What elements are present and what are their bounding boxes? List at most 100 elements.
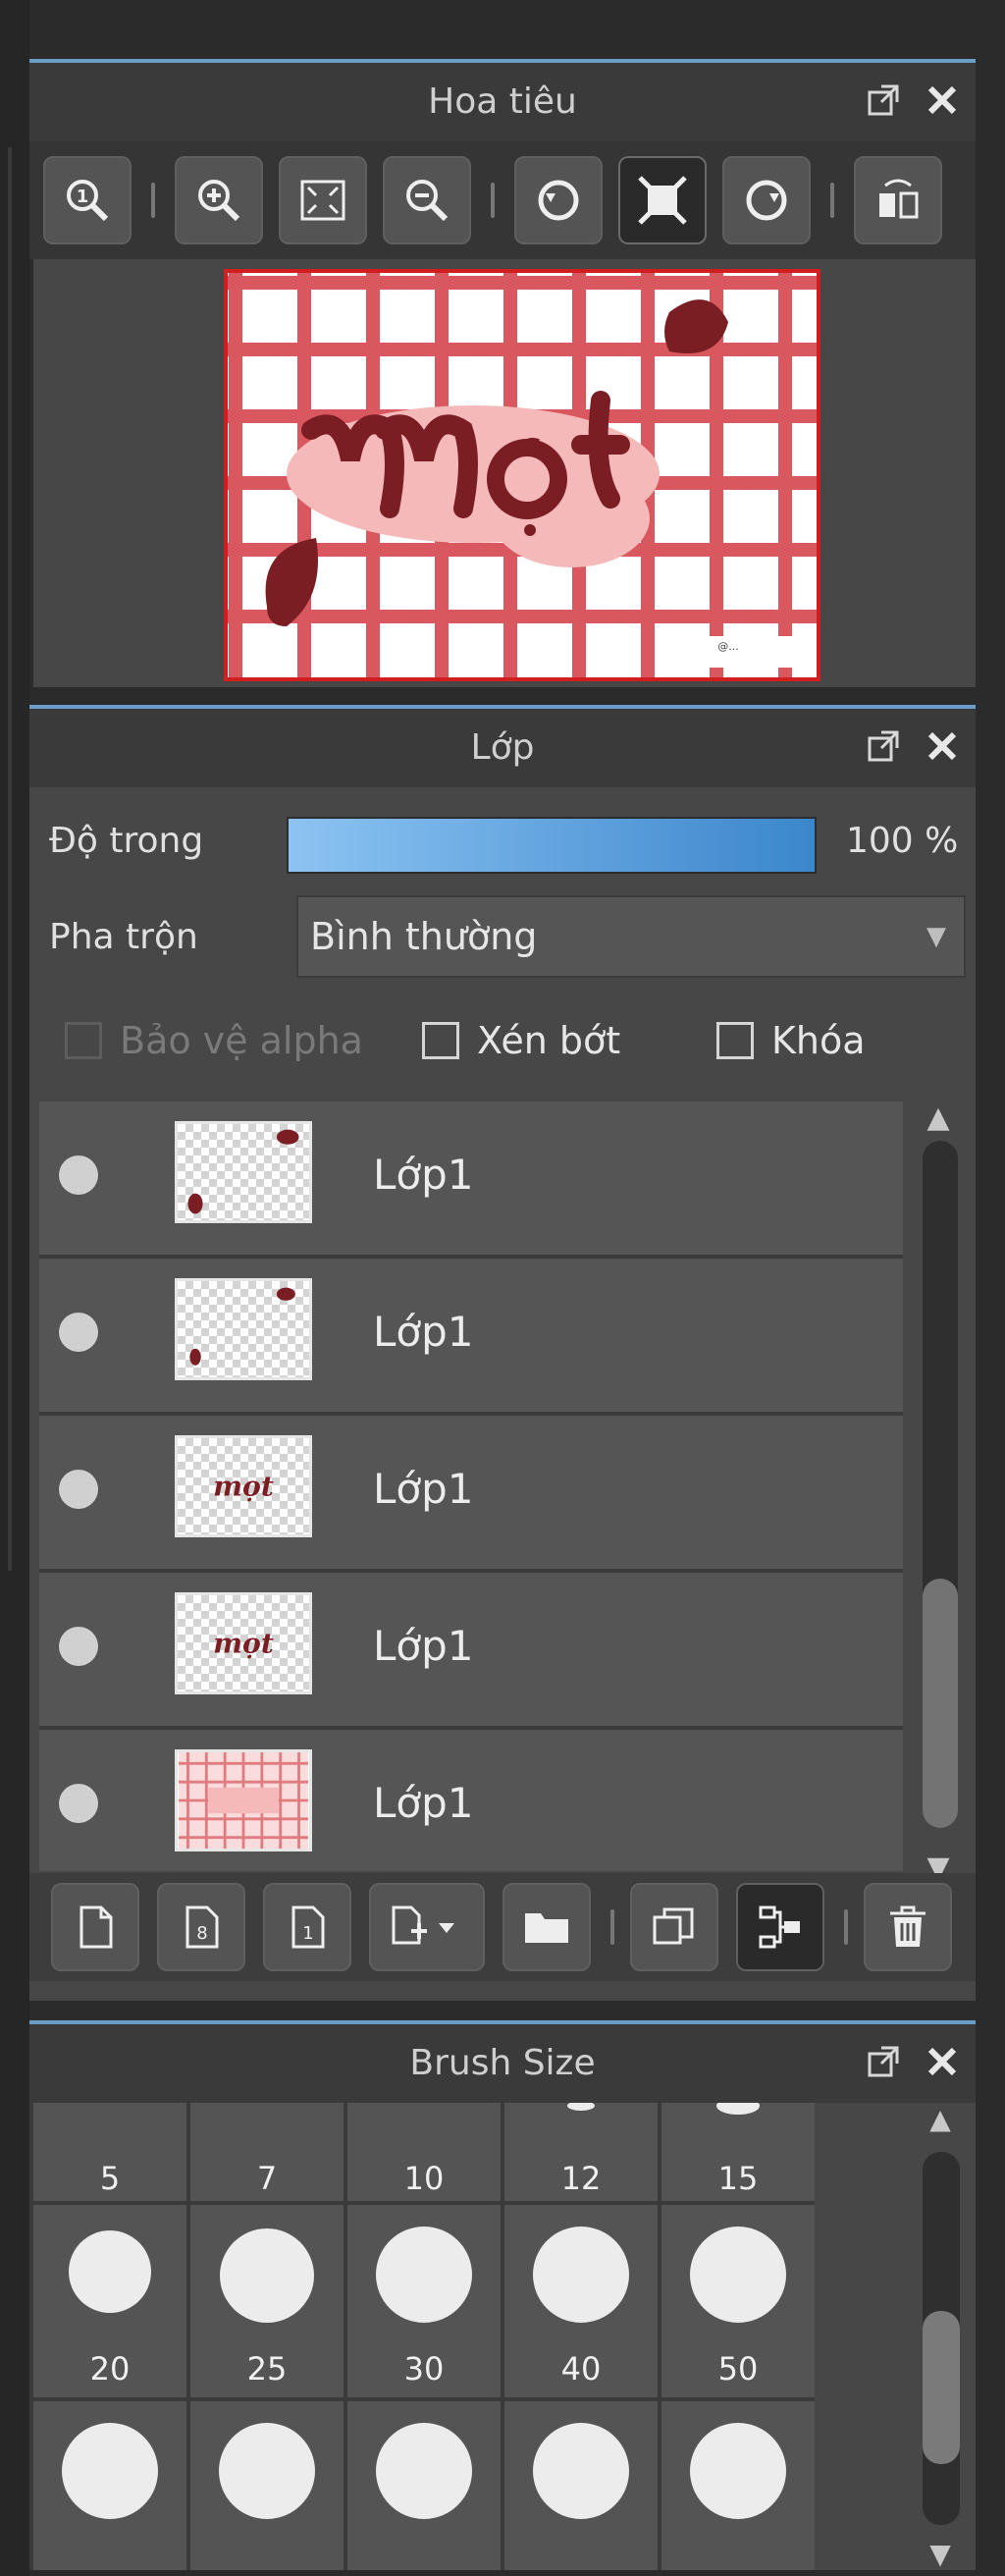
layer-scrollbar[interactable]: ▲ ▼ bbox=[913, 1101, 964, 1885]
visibility-toggle-icon[interactable] bbox=[59, 1313, 98, 1352]
toolbar-separator bbox=[830, 183, 834, 218]
layer-item[interactable]: Lớp1 bbox=[39, 1259, 903, 1414]
flip-horizontal-icon[interactable] bbox=[854, 156, 942, 244]
zoom-actual-icon[interactable]: 1 bbox=[43, 156, 132, 244]
visibility-toggle-icon[interactable] bbox=[59, 1470, 98, 1509]
blend-mode-value: Bình thường bbox=[310, 915, 538, 958]
thumb-text-label: mọt bbox=[213, 1469, 274, 1502]
brush-size-cell[interactable]: 7 bbox=[190, 2103, 344, 2201]
brush-size-label: 20 bbox=[89, 2350, 131, 2388]
new-layer-icon[interactable] bbox=[51, 1883, 139, 1971]
brush-size-cell[interactable] bbox=[504, 2401, 658, 2570]
layer-item[interactable]: Lớp1 bbox=[39, 1730, 903, 1871]
brush-size-cell[interactable]: 40 bbox=[504, 2205, 658, 2397]
blend-label: Pha trộn bbox=[49, 916, 198, 957]
protect-alpha-checkbox[interactable]: Bảo vệ alpha bbox=[65, 1019, 363, 1062]
layer-thumbnail: mọt bbox=[175, 1592, 312, 1694]
folder-icon[interactable] bbox=[502, 1883, 591, 1971]
scroll-up-icon[interactable]: ▲ bbox=[913, 1101, 964, 1135]
brush-size-cell[interactable] bbox=[661, 2401, 815, 2570]
brush-size-cell[interactable]: 5 bbox=[33, 2103, 186, 2201]
add-layer-dropdown-icon[interactable] bbox=[369, 1883, 485, 1971]
brush-dot bbox=[219, 2423, 315, 2519]
fit-canvas-icon[interactable] bbox=[618, 156, 707, 244]
rotate-right-icon[interactable] bbox=[722, 156, 811, 244]
brush-size-label: 30 bbox=[403, 2350, 445, 2388]
brush-size-cell[interactable]: 50 bbox=[661, 2205, 815, 2397]
brush-size-label: 50 bbox=[717, 2350, 759, 2388]
new-layer-1bit-icon[interactable]: 1 bbox=[263, 1883, 351, 1971]
checkbox-box bbox=[716, 1022, 754, 1059]
brush-size-cell[interactable]: 12 bbox=[504, 2103, 658, 2201]
merge-layer-icon[interactable] bbox=[736, 1883, 824, 1971]
layer-thumbnail bbox=[175, 1749, 312, 1852]
navigator-toolbar: 1 bbox=[29, 141, 976, 259]
brush-dot bbox=[567, 2103, 595, 2111]
brush-dot bbox=[69, 2230, 151, 2313]
layer-item[interactable]: mọt Lớp1 bbox=[39, 1416, 903, 1571]
popout-icon[interactable] bbox=[864, 726, 903, 766]
brush-size-cell[interactable]: 15 bbox=[661, 2103, 815, 2201]
close-icon[interactable] bbox=[923, 80, 962, 120]
scroll-down-icon[interactable]: ▼ bbox=[913, 2538, 968, 2570]
brush-header: Brush Size bbox=[29, 2024, 976, 2103]
opacity-value: 100 % bbox=[846, 820, 959, 861]
checkbox-box bbox=[422, 1022, 459, 1059]
layer-item[interactable]: Lớp1 bbox=[39, 1101, 903, 1257]
rotate-left-icon[interactable] bbox=[514, 156, 603, 244]
layer-header: Lớp bbox=[29, 709, 976, 787]
blend-mode-select[interactable]: Bình thường ▼ bbox=[296, 895, 966, 978]
brush-size-cell[interactable] bbox=[347, 2401, 501, 2570]
zoom-out-icon[interactable] bbox=[383, 156, 471, 244]
brush-title: Brush Size bbox=[409, 2043, 596, 2083]
brush-size-panel: Brush Size 5 7 10 12 15 20 25 30 40 50 ▲… bbox=[29, 2020, 976, 2570]
brush-size-label: 40 bbox=[560, 2350, 602, 2388]
popout-icon[interactable] bbox=[864, 2042, 903, 2081]
brush-size-cell[interactable]: 25 bbox=[190, 2205, 344, 2397]
layer-options: Bảo vệ alpha Xén bớt Khóa bbox=[29, 999, 976, 1078]
scroll-up-icon[interactable]: ▲ bbox=[913, 2103, 968, 2135]
view-edge bbox=[29, 259, 33, 687]
brush-size-label: 10 bbox=[403, 2160, 445, 2197]
layer-name: Lớp1 bbox=[373, 1779, 474, 1827]
fit-screen-icon[interactable] bbox=[279, 156, 367, 244]
toolbar-separator bbox=[610, 1909, 614, 1945]
visibility-toggle-icon[interactable] bbox=[59, 1627, 98, 1666]
lock-checkbox[interactable]: Khóa bbox=[716, 1019, 866, 1062]
visibility-toggle-icon[interactable] bbox=[59, 1784, 98, 1823]
layer-list: Lớp1 Lớp1 mọt Lớp1 mọt Lớp1 Lớp1 bbox=[39, 1101, 903, 1871]
brush-dot bbox=[376, 2423, 472, 2519]
clipping-checkbox[interactable]: Xén bớt bbox=[422, 1019, 620, 1062]
brush-size-cell[interactable] bbox=[190, 2401, 344, 2570]
duplicate-layer-icon[interactable] bbox=[630, 1883, 718, 1971]
navigator-view[interactable]: @... bbox=[29, 259, 976, 687]
close-icon[interactable] bbox=[923, 726, 962, 766]
opacity-row: Độ trong 100 % bbox=[29, 811, 976, 874]
brush-size-cell[interactable]: 10 bbox=[347, 2103, 501, 2201]
brush-size-label: 5 bbox=[99, 2160, 121, 2197]
svg-text:1: 1 bbox=[77, 187, 89, 207]
opacity-slider[interactable] bbox=[287, 817, 817, 874]
zoom-in-icon[interactable] bbox=[175, 156, 263, 244]
visibility-toggle-icon[interactable] bbox=[59, 1155, 98, 1195]
close-icon[interactable] bbox=[923, 2042, 962, 2081]
new-layer-8bit-icon[interactable]: 8 bbox=[157, 1883, 245, 1971]
layer-item[interactable]: mọt Lớp1 bbox=[39, 1573, 903, 1728]
brush-dot bbox=[690, 2227, 786, 2323]
brush-size-grid: 5 7 10 12 15 20 25 30 40 50 bbox=[29, 2103, 815, 2570]
scroll-thumb[interactable] bbox=[923, 2311, 960, 2464]
canvas-preview[interactable]: @... bbox=[224, 269, 820, 681]
brush-size-cell[interactable]: 30 bbox=[347, 2205, 501, 2397]
brush-size-cell[interactable] bbox=[33, 2401, 186, 2570]
navigator-header: Hoa tiêu bbox=[29, 63, 976, 141]
thumb-grid bbox=[179, 1752, 308, 1849]
brush-size-cell[interactable]: 20 bbox=[33, 2205, 186, 2397]
toolbar-separator bbox=[151, 183, 155, 218]
brush-dot bbox=[220, 2228, 314, 2323]
scroll-thumb[interactable] bbox=[923, 1579, 958, 1828]
brush-scrollbar[interactable]: ▲ ▼ bbox=[913, 2103, 968, 2570]
brush-size-label: 15 bbox=[717, 2160, 759, 2197]
layer-thumbnail: mọt bbox=[175, 1435, 312, 1537]
popout-icon[interactable] bbox=[864, 80, 903, 120]
trash-icon[interactable] bbox=[864, 1883, 952, 1971]
